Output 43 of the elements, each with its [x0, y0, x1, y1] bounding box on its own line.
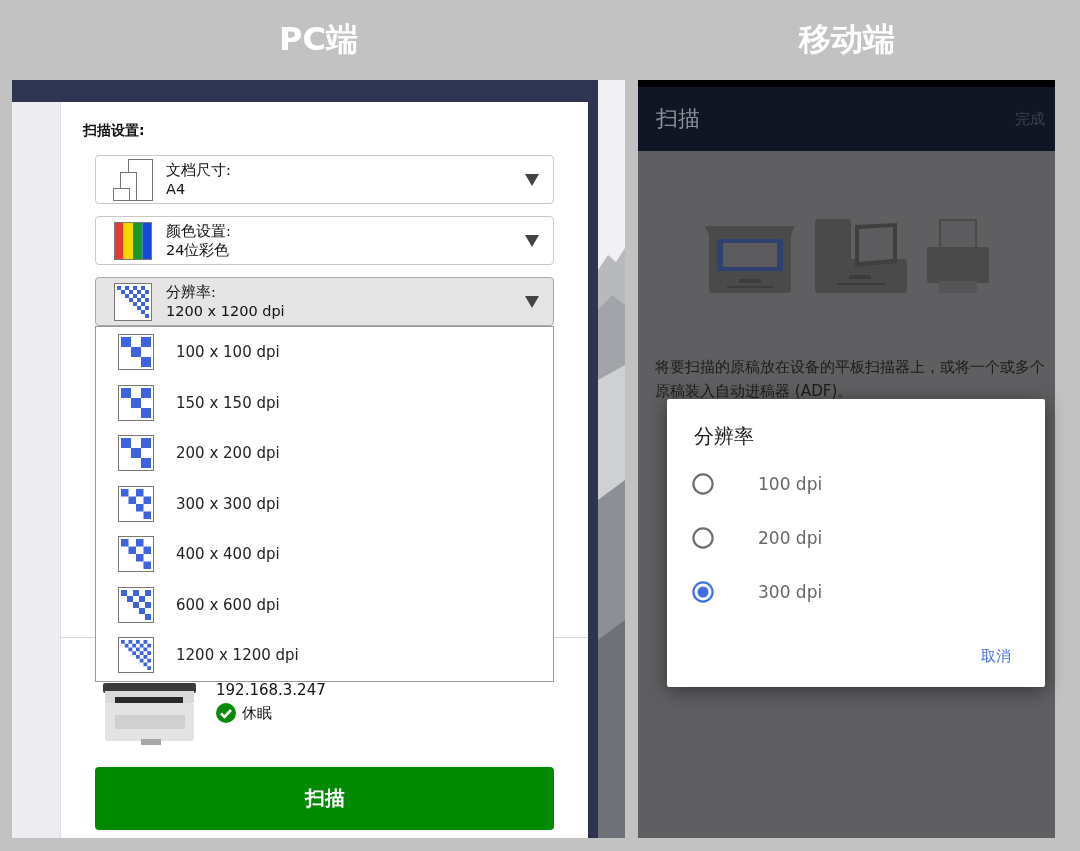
dropdown-option[interactable]: 300 x 300 dpi: [96, 478, 553, 529]
ip-address: 192.168.3.247: [216, 681, 326, 699]
check-icon: [216, 703, 236, 723]
page-size-icon: [113, 158, 153, 201]
caret-icon: [525, 234, 539, 247]
dropdown[interactable]: 分辨率: 1200 x 1200 dpi: [95, 277, 554, 326]
resolution-icon: [118, 485, 154, 522]
section-heading: 移动端: [797, 19, 896, 60]
resolution-icon: [118, 334, 154, 371]
radio-option[interactable]: 300 dpi: [692, 581, 823, 603]
option-label: 300 dpi: [758, 582, 823, 602]
dropdown[interactable]: 颜色设置: 24位彩色: [95, 216, 554, 265]
dropdown-option[interactable]: 600 x 600 dpi: [96, 579, 553, 630]
radio-button[interactable]: [692, 473, 714, 495]
dropdown-option[interactable]: 150 x 150 dpi: [96, 377, 553, 428]
dropdown-option[interactable]: 400 x 400 dpi: [96, 529, 553, 580]
dialog-title: 分辨率: [694, 423, 754, 450]
resolution-icon: [118, 384, 154, 421]
caret-icon: [525, 173, 539, 186]
resolution-icon: [118, 637, 154, 674]
color-bars-icon: [114, 221, 152, 260]
resolution-icon: [118, 435, 154, 472]
option-label: 200 dpi: [758, 528, 823, 548]
device-status: 休眠: [242, 703, 272, 723]
radio-option[interactable]: 100 dpi: [692, 473, 823, 495]
section-heading: PC端: [278, 19, 359, 60]
radio-option[interactable]: 200 dpi: [692, 527, 823, 549]
document-feeder-scanner-icon: [814, 219, 907, 293]
resolution-icon: [118, 536, 154, 573]
dropdown[interactable]: 文档尺寸: A4: [95, 155, 554, 204]
radio-button[interactable]: [692, 581, 714, 603]
resolution-icon: [114, 282, 152, 321]
screen-title: 扫描: [656, 105, 700, 133]
section-title: 扫描设置:: [83, 122, 146, 140]
caret-icon: [525, 295, 539, 308]
scan-button[interactable]: 扫描: [95, 767, 554, 830]
cancel-button[interactable]: 取消: [981, 647, 1011, 666]
option-label: 100 dpi: [758, 474, 823, 494]
dropdown-option[interactable]: 200 x 200 dpi: [96, 428, 553, 479]
dropdown-option[interactable]: 1200 x 1200 dpi: [96, 630, 553, 681]
radio-button[interactable]: [692, 527, 714, 549]
resolution-icon: [118, 586, 154, 623]
dropdown-option[interactable]: 100 x 100 dpi: [96, 327, 553, 378]
